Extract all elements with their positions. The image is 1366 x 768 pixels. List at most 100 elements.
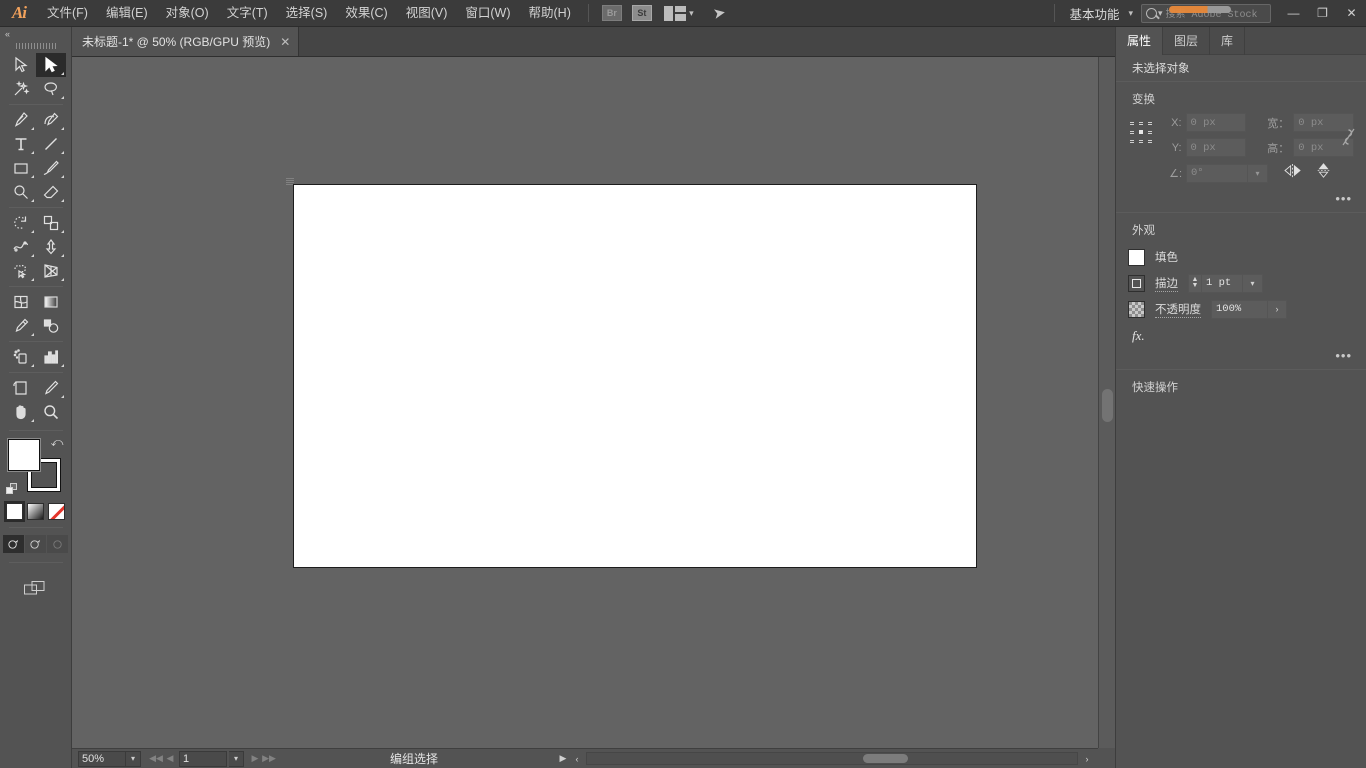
- symbol-sprayer-tool[interactable]: [6, 345, 36, 369]
- shaper-tool[interactable]: [6, 180, 36, 204]
- gradient-tool[interactable]: [36, 290, 66, 314]
- flip-horizontal-icon[interactable]: [1284, 163, 1301, 183]
- menu-select[interactable]: 选择(S): [277, 0, 337, 27]
- curvature-tool[interactable]: [36, 108, 66, 132]
- horizontal-scrollbar[interactable]: [586, 752, 1078, 765]
- vertical-scrollbar[interactable]: [1098, 57, 1115, 748]
- magic-wand-tool[interactable]: [6, 77, 36, 101]
- stroke-weight-stepper[interactable]: ▲▼: [1188, 274, 1201, 293]
- normal-screen-mode-icon[interactable]: [3, 535, 24, 553]
- constrain-proportions-icon[interactable]: [1341, 127, 1356, 151]
- status-text[interactable]: 编组选择: [354, 750, 474, 767]
- artboard-tool[interactable]: [6, 376, 36, 400]
- search-adobe-stock-input[interactable]: ▾ 搜索 Adobe Stock: [1141, 4, 1271, 23]
- restore-button[interactable]: ❐: [1308, 0, 1337, 27]
- toolbar-drag-handle[interactable]: [0, 40, 71, 51]
- color-button[interactable]: [6, 503, 23, 520]
- blend-tool[interactable]: [36, 314, 66, 338]
- canvas-area[interactable]: [72, 57, 1098, 748]
- horizontal-scrollbar-thumb[interactable]: [863, 754, 908, 763]
- artboard-chevron-down-icon[interactable]: ▾: [229, 751, 244, 767]
- menu-effect[interactable]: 效果(C): [336, 0, 396, 27]
- menu-window[interactable]: 窗口(W): [456, 0, 519, 27]
- column-graph-tool[interactable]: [36, 345, 66, 369]
- line-segment-tool[interactable]: [36, 132, 66, 156]
- slice-tool[interactable]: [36, 376, 66, 400]
- none-button[interactable]: [48, 503, 65, 520]
- hand-tool[interactable]: [6, 400, 36, 424]
- stroke-label[interactable]: 描边: [1155, 275, 1178, 292]
- width-tool[interactable]: [6, 235, 36, 259]
- stock-icon[interactable]: St: [629, 3, 655, 23]
- default-fill-stroke-icon[interactable]: [6, 483, 18, 495]
- menu-file[interactable]: 文件(F): [38, 0, 97, 27]
- x-input[interactable]: 0 px: [1186, 113, 1247, 132]
- stroke-color-swatch[interactable]: [1128, 275, 1145, 292]
- zoom-level-input[interactable]: 50%: [78, 751, 126, 767]
- lasso-tool[interactable]: [36, 77, 66, 101]
- rectangle-tool[interactable]: [6, 156, 36, 180]
- stroke-weight-chevron-down-icon[interactable]: ▾: [1243, 274, 1263, 293]
- direct-selection-tool[interactable]: [36, 53, 66, 77]
- vertical-scrollbar-thumb[interactable]: [1102, 389, 1113, 422]
- menu-type[interactable]: 文字(T): [218, 0, 277, 27]
- menu-help[interactable]: 帮助(H): [520, 0, 580, 27]
- flip-vertical-icon[interactable]: [1315, 163, 1332, 183]
- tab-libraries[interactable]: 库: [1210, 27, 1245, 55]
- artboard[interactable]: [293, 184, 977, 568]
- reference-point-selector[interactable]: [1130, 121, 1152, 143]
- transform-more-options[interactable]: •••: [1116, 189, 1366, 212]
- opacity-swatch[interactable]: [1128, 301, 1145, 318]
- paintbrush-tool[interactable]: [36, 156, 66, 180]
- workspace-switcher[interactable]: 基本功能: [1063, 4, 1125, 23]
- tab-layers[interactable]: 图层: [1163, 27, 1210, 55]
- next-artboard-button[interactable]: ▶: [248, 750, 262, 768]
- full-screen-with-menu-icon[interactable]: [25, 535, 46, 553]
- menu-object[interactable]: 对象(O): [157, 0, 218, 27]
- mesh-tool[interactable]: [6, 290, 36, 314]
- scroll-right-button[interactable]: ›: [1080, 750, 1094, 768]
- eraser-tool[interactable]: [36, 180, 66, 204]
- eyedropper-tool[interactable]: [6, 314, 36, 338]
- workspace-chevron-down-icon[interactable]: ▾: [1128, 8, 1133, 19]
- fill-color-swatch[interactable]: [1128, 249, 1145, 266]
- bridge-icon[interactable]: Br: [599, 3, 625, 23]
- effects-button[interactable]: fx.: [1116, 322, 1366, 346]
- edit-toolbar-button[interactable]: [0, 579, 71, 599]
- previous-artboard-button[interactable]: ◀: [163, 750, 177, 768]
- full-screen-icon[interactable]: [47, 535, 68, 553]
- fill-swatch[interactable]: [8, 439, 40, 471]
- artboard-number-input[interactable]: 1: [179, 751, 227, 767]
- perspective-grid-tool[interactable]: [36, 259, 66, 283]
- menu-view[interactable]: 视图(V): [397, 0, 457, 27]
- toolbar-collapse-icon[interactable]: «: [0, 27, 71, 40]
- swap-fill-stroke-icon[interactable]: ⤺: [51, 435, 64, 450]
- pen-tool[interactable]: [6, 108, 36, 132]
- scroll-left-button[interactable]: ‹: [570, 750, 584, 768]
- type-tool[interactable]: [6, 132, 36, 156]
- rotate-tool[interactable]: [6, 211, 36, 235]
- close-button[interactable]: ✕: [1337, 0, 1366, 27]
- zoom-tool[interactable]: [36, 400, 66, 424]
- stroke-weight-input[interactable]: 1 pt: [1201, 274, 1243, 293]
- rocket-icon[interactable]: ➤: [703, 3, 735, 23]
- last-artboard-button[interactable]: ▶▶: [262, 750, 276, 768]
- arrange-documents-icon[interactable]: ▾: [659, 3, 699, 23]
- y-input[interactable]: 0 px: [1186, 138, 1247, 157]
- minimize-button[interactable]: —: [1279, 0, 1308, 27]
- free-transform-tool[interactable]: [36, 235, 66, 259]
- shape-builder-tool[interactable]: [6, 259, 36, 283]
- selection-tool[interactable]: [6, 53, 36, 77]
- tab-properties[interactable]: 属性: [1116, 27, 1163, 55]
- tab-close-icon[interactable]: ✕: [280, 36, 290, 48]
- scale-tool[interactable]: [36, 211, 66, 235]
- appearance-more-options[interactable]: •••: [1116, 346, 1366, 369]
- opacity-options-icon[interactable]: ›: [1268, 300, 1287, 319]
- opacity-input[interactable]: 100%: [1211, 300, 1268, 319]
- gradient-button[interactable]: [27, 503, 44, 520]
- zoom-chevron-down-icon[interactable]: ▾: [126, 751, 141, 767]
- opacity-label[interactable]: 不透明度: [1155, 301, 1201, 318]
- angle-input[interactable]: 0°: [1186, 164, 1248, 183]
- first-artboard-button[interactable]: ◀◀: [149, 750, 163, 768]
- menu-edit[interactable]: 编辑(E): [97, 0, 157, 27]
